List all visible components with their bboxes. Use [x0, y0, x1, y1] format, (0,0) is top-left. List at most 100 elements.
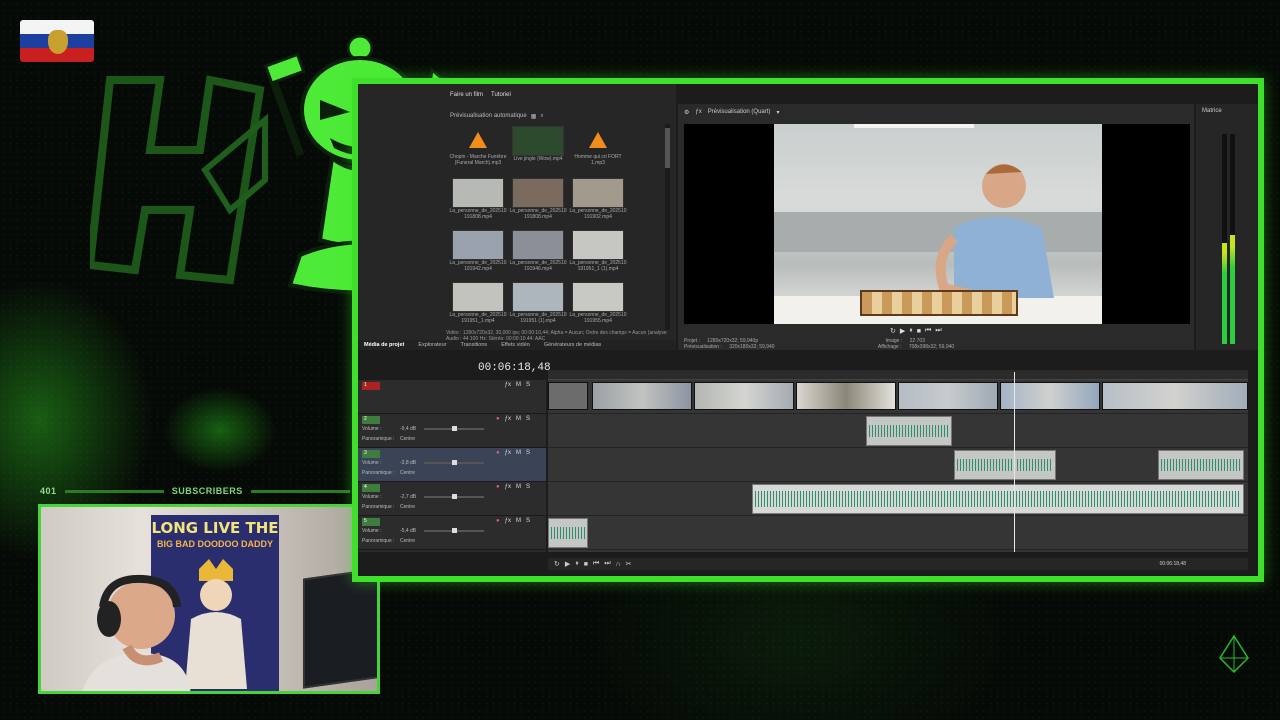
tab-project-media[interactable]: Média de projet [364, 342, 404, 348]
auto-preview-label[interactable]: Prévisualisation automatique [450, 113, 527, 119]
pause-icon[interactable]: ⏸ [575, 560, 579, 568]
tab-explorer[interactable]: Explorateur [418, 342, 446, 348]
mute-button[interactable]: M [516, 416, 521, 422]
media-scrollbar[interactable] [665, 124, 670, 330]
audio-lane-3 [548, 448, 1248, 482]
go-end-icon[interactable]: ⏭ [604, 560, 610, 568]
volume-knob[interactable] [452, 460, 457, 465]
solo-button[interactable]: S [526, 484, 530, 490]
track-number: 4 [362, 484, 380, 492]
next-frame-icon[interactable]: ⏭ [935, 327, 941, 335]
video-clip[interactable] [898, 382, 998, 410]
master-label: Matrice [1202, 108, 1222, 114]
tab-transitions[interactable]: Transitions [460, 342, 487, 348]
media-item[interactable]: Chopin - Marche Funèbre (Funeral March).… [448, 126, 508, 176]
video-clip[interactable] [548, 382, 588, 410]
loop-icon[interactable]: ↻ [890, 327, 896, 335]
media-thumbnail [572, 230, 624, 260]
timeline-ruler[interactable] [548, 370, 1248, 380]
fx-icon[interactable]: ƒx [505, 382, 511, 388]
audio-clip[interactable] [752, 484, 1244, 514]
tab-media-generators[interactable]: Générateurs de médias [544, 342, 601, 348]
media-item[interactable]: Live jingle (Wow).mp4 [508, 126, 568, 176]
make-movie-button[interactable]: Faire un film [450, 92, 483, 98]
volume-slider[interactable] [424, 494, 484, 499]
volume-slider[interactable] [424, 528, 484, 533]
mute-button[interactable]: M [516, 518, 521, 524]
audio-clip[interactable] [1158, 450, 1244, 480]
pause-icon[interactable]: ⏸ [909, 327, 913, 335]
chevron-down-icon[interactable]: ▾ [776, 109, 779, 116]
playhead[interactable] [1014, 372, 1015, 552]
go-start-icon[interactable]: ⏮ [593, 560, 599, 568]
volume-slider[interactable] [424, 460, 484, 465]
prev-frame-icon[interactable]: ⏮ [925, 327, 931, 335]
stop-icon[interactable]: ■ [584, 561, 588, 568]
tutorial-button[interactable]: Tutoriel [491, 92, 511, 98]
media-item[interactable]: La_personne_de_202510 191946.mp4 [508, 230, 568, 280]
video-clip[interactable] [1102, 382, 1248, 410]
snap-icon[interactable]: ∩ [616, 561, 621, 568]
volume-knob[interactable] [452, 426, 457, 431]
cut-icon[interactable]: ✂ [626, 560, 632, 568]
media-item[interactable]: La_personne_de_202510 191942.mp4 [448, 230, 508, 280]
fx-icon[interactable]: ƒx [695, 109, 701, 115]
track-header-5[interactable]: 5 ● ƒx M S Volume : -5,4 dB Panoramique : Centre [358, 516, 546, 550]
media-item[interactable]: La_personne_de_202510 191902.mp4 [568, 178, 628, 228]
record-arm-icon[interactable]: ● [496, 518, 500, 524]
preview-quality-dropdown[interactable]: Prévisualisation (Quart) [708, 109, 771, 115]
mute-button[interactable]: M [516, 450, 521, 456]
stop-icon[interactable]: ■ [917, 328, 921, 335]
media-item[interactable]: La_personne_de_202510 191951_1.mp4 [448, 282, 508, 332]
solo-button[interactable]: S [526, 382, 530, 388]
fx-icon[interactable]: ƒx [505, 450, 511, 456]
volume-slider[interactable] [424, 426, 484, 431]
volume-knob[interactable] [452, 494, 457, 499]
media-item-caption: La_personne_de_202510 191808.mp4 [449, 208, 507, 220]
loop-icon[interactable]: ↻ [554, 560, 560, 568]
search-icon[interactable]: ⌕ [540, 113, 543, 120]
video-clip[interactable] [1000, 382, 1100, 410]
play-icon[interactable]: ▶ [565, 560, 570, 568]
video-clip[interactable] [694, 382, 794, 410]
video-clip[interactable] [592, 382, 692, 410]
media-item[interactable]: Homme qui cri FORT 1.mp3 [568, 126, 628, 176]
track-number: 2 [362, 416, 380, 424]
media-item[interactable]: La_personne_de_202510 191951_1 (1).mp4 [568, 230, 628, 280]
chess-board [860, 290, 1018, 316]
audio-clip[interactable] [548, 518, 588, 548]
solo-button[interactable]: S [526, 450, 530, 456]
media-item[interactable]: La_personne_de_202510 191808.mp4 [508, 178, 568, 228]
record-arm-icon[interactable]: ● [496, 416, 500, 422]
settings-icon[interactable]: ⚙ [684, 109, 689, 116]
track-header-1[interactable]: 1 ƒx M S [358, 380, 546, 414]
audio-clip[interactable] [954, 450, 1056, 480]
media-item[interactable]: La_personne_de_202510 191951 (1).mp4 [508, 282, 568, 332]
record-arm-icon[interactable]: ● [496, 484, 500, 490]
audio-clip[interactable] [866, 416, 952, 446]
media-item[interactable]: La_personne_de_202510 191955.mp4 [568, 282, 628, 332]
solo-button[interactable]: S [526, 416, 530, 422]
fx-icon[interactable]: ƒx [505, 484, 511, 490]
fx-icon[interactable]: ƒx [505, 416, 511, 422]
pan-value: Centre [400, 504, 416, 510]
audio-lane-4 [548, 482, 1248, 516]
media-item-caption: Homme qui cri FORT 1.mp3 [574, 154, 622, 166]
fx-icon[interactable]: ƒx [505, 518, 511, 524]
media-item[interactable]: La_personne_de_202510 191808.mp4 [448, 178, 508, 228]
play-icon[interactable]: ▶ [900, 327, 905, 335]
track-header-3[interactable]: 3 ● ƒx M S Volume : -3,8 dB Panoramique : Centre [358, 448, 546, 482]
track-header-2[interactable]: 2 ● ƒx M S Volume : -9,4 dB Panoramique : Centre [358, 414, 546, 448]
mute-button[interactable]: M [516, 484, 521, 490]
solo-button[interactable]: S [526, 518, 530, 524]
streamer-icon [82, 574, 191, 691]
volume-knob[interactable] [452, 528, 457, 533]
track-header-4[interactable]: 4 ● ƒx M S Volume : -2,7 dB Panoramique : Centre [358, 482, 546, 516]
mute-button[interactable]: M [516, 382, 521, 388]
view-mode-icon[interactable]: ▦ [531, 113, 537, 120]
record-arm-icon[interactable]: ● [496, 450, 500, 456]
preview-label: Prévisualisation : [684, 344, 722, 350]
editor-frame: Faire un film Tutoriel Prévisualisation … [352, 78, 1264, 582]
tab-video-effects[interactable]: Effets vidéo [501, 342, 530, 348]
video-clip[interactable] [796, 382, 896, 410]
